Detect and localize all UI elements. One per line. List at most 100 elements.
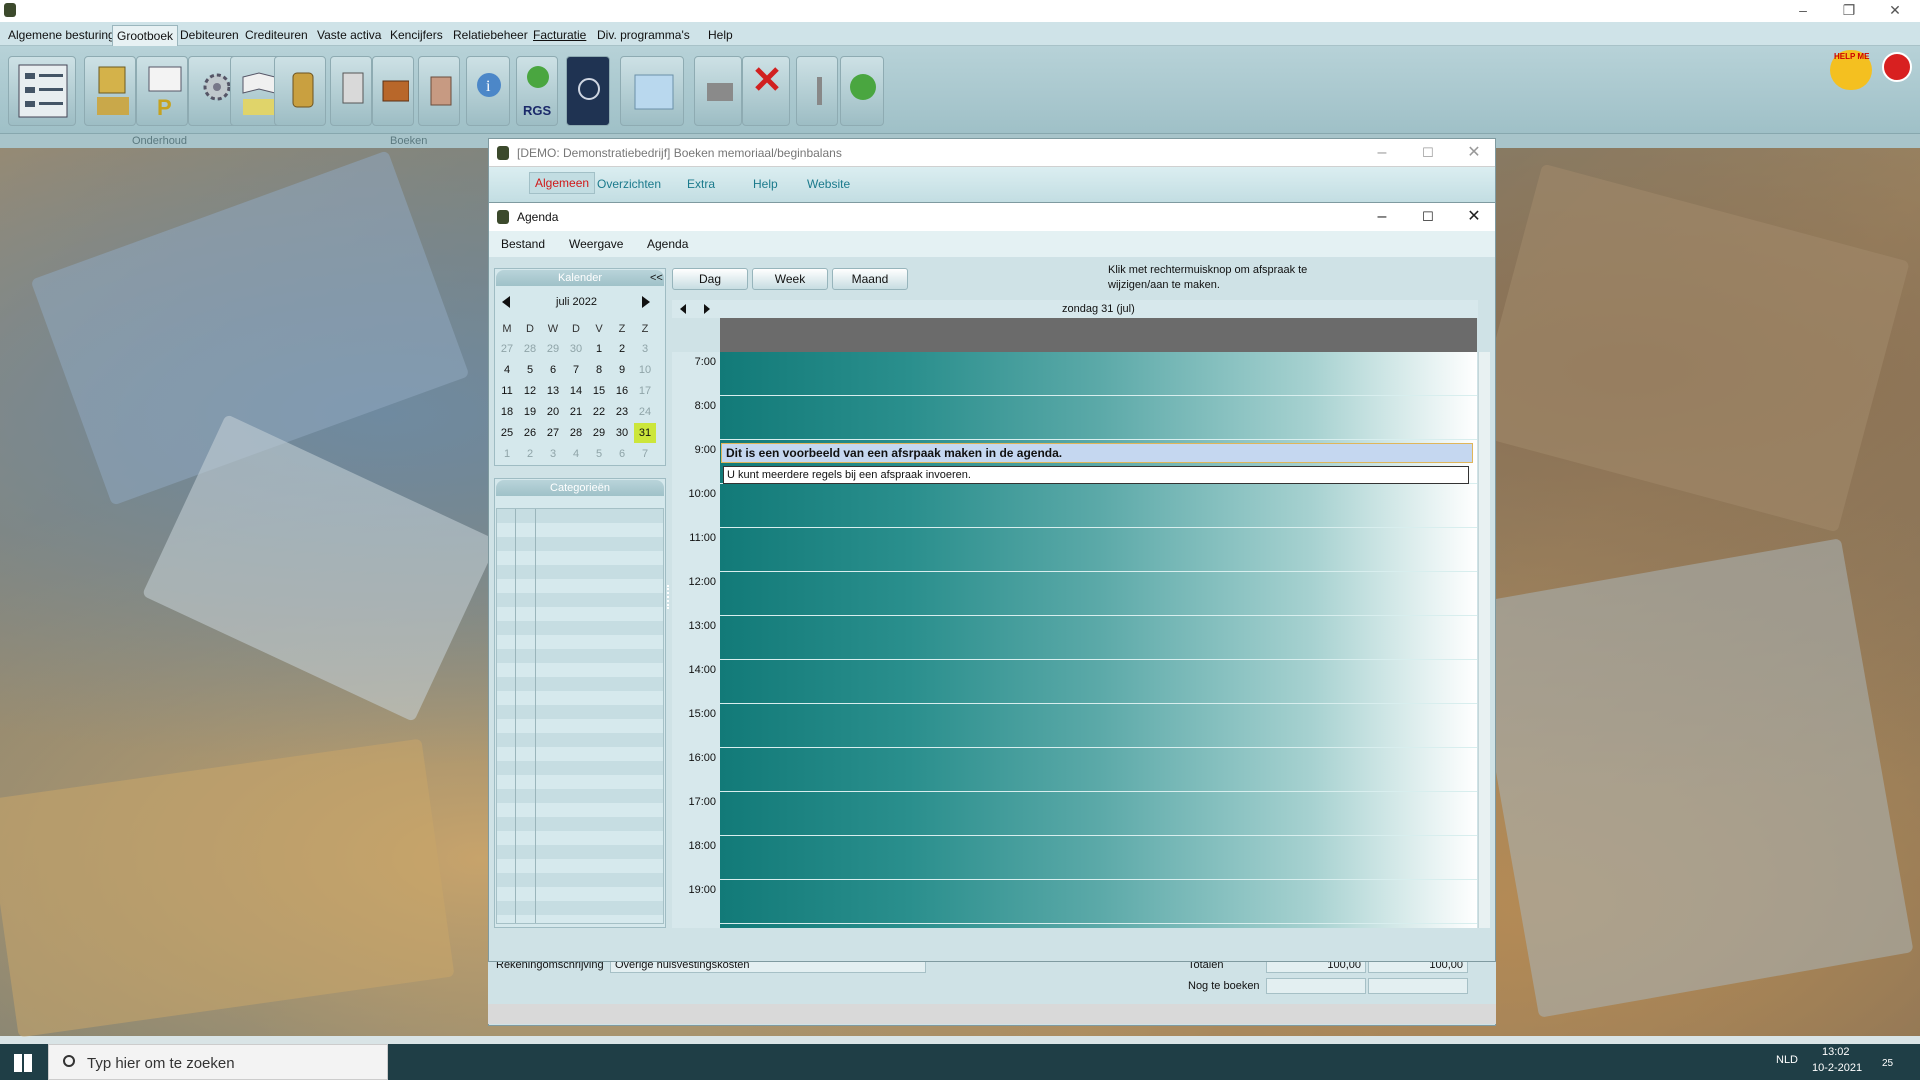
key-icon-button[interactable] xyxy=(796,56,838,126)
tools-icon-button[interactable] xyxy=(840,56,884,126)
calendar-day[interactable]: 15 xyxy=(588,381,610,401)
calendar-day[interactable]: 29 xyxy=(542,339,564,359)
menu-vaste-activa[interactable]: Vaste activa xyxy=(317,28,381,42)
notification-count[interactable]: 25 xyxy=(1882,1058,1893,1069)
calendar-day[interactable]: 28 xyxy=(565,423,587,443)
clock-date[interactable]: 10-2-2021 xyxy=(1812,1062,1862,1074)
menu-debiteuren[interactable]: Debiteuren xyxy=(180,28,239,42)
calendar-day[interactable]: 25 xyxy=(496,423,518,443)
cancel-x-icon[interactable] xyxy=(742,56,790,126)
calendar-day[interactable]: 27 xyxy=(542,423,564,443)
calendar-day[interactable]: 9 xyxy=(611,360,633,380)
archive-icon-button[interactable] xyxy=(418,56,460,126)
calendar-day[interactable]: 19 xyxy=(519,402,541,422)
printer-icon-button[interactable] xyxy=(694,56,742,126)
calendar-day[interactable]: 29 xyxy=(588,423,610,443)
briefcase-icon-button[interactable] xyxy=(372,56,414,126)
calculator-icon-button[interactable] xyxy=(330,56,372,126)
memoriaal-minimize-icon[interactable]: – xyxy=(1359,139,1405,167)
calendar-day[interactable]: 2 xyxy=(519,444,541,464)
calendar-day[interactable]: 4 xyxy=(565,444,587,464)
day-scrollbar[interactable] xyxy=(1478,352,1490,928)
splitter-handle[interactable] xyxy=(667,585,670,609)
agenda-menu-agenda[interactable]: Agenda xyxy=(647,237,688,251)
restore-icon[interactable]: ❐ xyxy=(1826,0,1872,22)
agenda-maximize-icon[interactable]: ☐ xyxy=(1405,203,1451,231)
menu-help[interactable]: Help xyxy=(708,28,733,42)
calendar-day[interactable]: 28 xyxy=(519,339,541,359)
calendar-day[interactable]: 17 xyxy=(634,381,656,401)
calendar-day[interactable]: 7 xyxy=(565,360,587,380)
calendar-day[interactable]: 30 xyxy=(565,339,587,359)
calendar-day[interactable]: 11 xyxy=(496,381,518,401)
menu-kencijfers[interactable]: Kencijfers xyxy=(390,28,443,42)
calendar-day[interactable]: 3 xyxy=(634,339,656,359)
calendar-day[interactable]: 5 xyxy=(519,360,541,380)
ribbon-algemeen[interactable]: Algemeen xyxy=(529,172,596,194)
calendar-day[interactable]: 4 xyxy=(496,360,518,380)
info-icon-button[interactable]: i xyxy=(466,56,510,126)
ribbon-extra[interactable]: Extra xyxy=(687,177,715,191)
calendar-day[interactable]: 26 xyxy=(519,423,541,443)
view-month-button[interactable]: Maand xyxy=(832,268,908,290)
view-week-button[interactable]: Week xyxy=(752,268,828,290)
calendar-day[interactable]: 2 xyxy=(611,339,633,359)
prev-month-icon[interactable] xyxy=(502,296,510,308)
next-day-icon[interactable] xyxy=(704,304,710,314)
calendar-day[interactable]: 5 xyxy=(588,444,610,464)
clock-time[interactable]: 13:02 xyxy=(1822,1046,1850,1058)
menu-grootboek[interactable]: Grootboek xyxy=(112,25,179,47)
calendar-day[interactable]: 18 xyxy=(496,402,518,422)
menu-crediteuren[interactable]: Crediteuren xyxy=(245,28,308,42)
crest-icon-button[interactable] xyxy=(566,56,610,126)
calendar-day[interactable]: 27 xyxy=(496,339,518,359)
taskbar-search[interactable]: Typ hier om te zoeken xyxy=(48,1044,388,1080)
server-icon-button[interactable] xyxy=(620,56,684,126)
language-indicator[interactable]: NLD xyxy=(1776,1054,1798,1066)
journal-icon-button[interactable]: P xyxy=(136,56,188,126)
calendar-day[interactable]: 6 xyxy=(611,444,633,464)
calendar-day[interactable]: 13 xyxy=(542,381,564,401)
calendar-day[interactable]: 30 xyxy=(611,423,633,443)
next-month-icon[interactable] xyxy=(642,296,650,308)
agenda-menu-bestand[interactable]: Bestand xyxy=(501,237,545,251)
ribbon-website[interactable]: Website xyxy=(807,177,850,191)
agenda-close-icon[interactable]: ✕ xyxy=(1451,203,1497,231)
view-day-button[interactable]: Dag xyxy=(672,268,748,290)
menu-relatiebeheer[interactable]: Relatiebeheer xyxy=(453,28,528,42)
minimize-icon[interactable]: – xyxy=(1780,0,1826,22)
list-icon-button[interactable] xyxy=(8,56,76,126)
calendar-day[interactable]: 20 xyxy=(542,402,564,422)
ribbon-overzichten[interactable]: Overzichten xyxy=(597,177,661,191)
categorieen-grid[interactable] xyxy=(496,508,664,924)
calendar-day[interactable]: 14 xyxy=(565,381,587,401)
ledger-icon-button[interactable] xyxy=(84,56,136,126)
calendar-day[interactable]: 24 xyxy=(634,402,656,422)
memoriaal-close-icon[interactable]: ✕ xyxy=(1451,139,1497,167)
windows-start-icon[interactable] xyxy=(14,1054,32,1072)
menu-algemene-besturing[interactable]: Algemene besturing xyxy=(8,28,115,42)
help-me-icon[interactable]: HELP ME xyxy=(1830,50,1872,90)
appointment-detail-input[interactable]: U kunt meerdere regels bij een afspraak … xyxy=(723,466,1469,484)
close-icon[interactable]: ✕ xyxy=(1872,0,1918,22)
weight-icon-button[interactable] xyxy=(274,56,326,126)
menu-facturatie[interactable]: Facturatie xyxy=(533,28,586,42)
appointment-title[interactable]: Dit is een voorbeeld van een afsrpaak ma… xyxy=(721,443,1473,463)
calendar-day[interactable]: 6 xyxy=(542,360,564,380)
agenda-minimize-icon[interactable]: – xyxy=(1359,203,1405,231)
ribbon-help[interactable]: Help xyxy=(753,177,778,191)
calendar-day[interactable]: 23 xyxy=(611,402,633,422)
calendar-day[interactable]: 8 xyxy=(588,360,610,380)
agenda-menu-weergave[interactable]: Weergave xyxy=(569,237,623,251)
all-day-area[interactable] xyxy=(720,318,1477,352)
stop-icon[interactable] xyxy=(1882,52,1912,82)
calendar-day[interactable]: 7 xyxy=(634,444,656,464)
collapse-button[interactable]: << xyxy=(650,272,663,284)
calendar-day[interactable]: 1 xyxy=(496,444,518,464)
calendar-day[interactable]: 3 xyxy=(542,444,564,464)
calendar-day[interactable]: 21 xyxy=(565,402,587,422)
calendar-day[interactable]: 31 xyxy=(634,423,656,443)
calendar-day[interactable]: 16 xyxy=(611,381,633,401)
memoriaal-maximize-icon[interactable]: ☐ xyxy=(1405,139,1451,167)
calendar-day[interactable]: 1 xyxy=(588,339,610,359)
